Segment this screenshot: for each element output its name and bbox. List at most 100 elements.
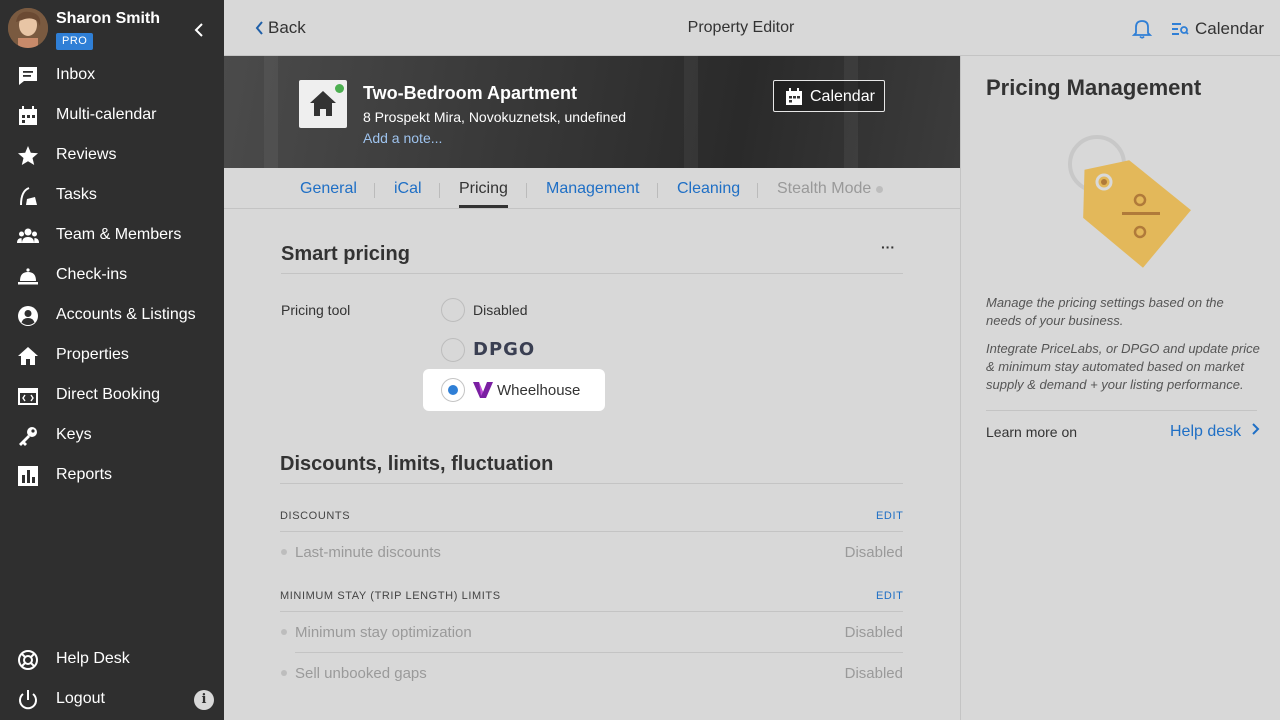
divider (986, 410, 1257, 411)
nav-label: Inbox (56, 66, 96, 83)
bell-icon (1131, 20, 1153, 39)
power-icon (19, 690, 37, 710)
avatar[interactable] (8, 8, 48, 48)
panel-description: Manage the pricing settings based on the… (986, 295, 1224, 328)
nav-label: Team & Members (56, 226, 182, 243)
divider (280, 611, 903, 612)
edit-min-stay-link[interactable]: EDIT (876, 590, 903, 602)
nav-item-check-ins[interactable]: Check-ins (0, 256, 224, 296)
help-desk-link[interactable]: Help desk (1170, 422, 1260, 441)
tab-management[interactable]: Management (546, 180, 639, 198)
property-editor: Two-Bedroom Apartment 8 Prospekt Mira, N… (224, 56, 960, 720)
page-title: Property Editor (687, 19, 795, 36)
nav-item-logout[interactable]: Logout i (0, 680, 224, 720)
divider (281, 273, 903, 274)
nav-item-multi-calendar[interactable]: Multi-calendar (0, 96, 224, 136)
notifications-button[interactable] (1131, 17, 1153, 39)
chevron-right-icon (1251, 423, 1260, 435)
tab-divider (526, 183, 527, 198)
pricing-tool-label: Pricing tool (281, 302, 351, 318)
calendar-search-icon (1172, 23, 1189, 35)
nav-item-inbox[interactable]: Inbox (0, 56, 224, 96)
home-icon (18, 347, 38, 365)
chart-icon (18, 466, 38, 486)
lifebuoy-icon (18, 650, 38, 670)
calendar-button-label: Calendar (810, 88, 875, 105)
user-name: Sharon Smith (56, 10, 161, 27)
nav-label: Reviews (56, 146, 117, 163)
setting-label: Minimum stay optimization (295, 624, 472, 641)
collapse-sidebar-button[interactable] (192, 20, 208, 40)
pricing-option-dpgo[interactable]: DPGO (441, 338, 561, 362)
help-desk-label: Help desk (1170, 423, 1242, 440)
online-status-dot (335, 84, 344, 93)
add-note-link[interactable]: Add a note... (363, 130, 442, 146)
panel-description: Integrate PriceLabs, or DPGO and update … (986, 341, 1260, 392)
tab-ical[interactable]: iCal (394, 180, 422, 198)
panel-title: Pricing Management (986, 75, 1202, 100)
property-calendar-button[interactable]: Calendar (773, 80, 885, 112)
tab-divider (657, 183, 658, 198)
nav-label: Properties (56, 346, 129, 363)
bell-desk-icon (18, 268, 38, 285)
dpgo-logo-text: DPGO (473, 339, 536, 360)
background-decoration (264, 56, 278, 168)
star-icon (18, 146, 38, 165)
tab-stealth-mode[interactable]: Stealth Mode (777, 180, 871, 198)
tab-divider (439, 183, 440, 198)
property-header: Two-Bedroom Apartment 8 Prospekt Mira, N… (224, 56, 960, 168)
nav-label: Accounts & Listings (56, 306, 196, 323)
nav-label: Tasks (56, 186, 97, 203)
tab-cleaning[interactable]: Cleaning (677, 180, 740, 198)
tab-general[interactable]: General (300, 180, 357, 198)
property-name: Two-Bedroom Apartment (363, 83, 577, 103)
setting-value: Disabled (844, 544, 903, 561)
edit-discounts-link[interactable]: EDIT (876, 510, 903, 522)
pricing-option-disabled[interactable]: Disabled (441, 298, 561, 322)
bullet (281, 549, 287, 555)
bullet (281, 670, 287, 676)
editor-tabs: General iCal Pricing Management Cleaning… (224, 168, 960, 209)
discounts-title: Discounts, limits, fluctuation (280, 453, 554, 475)
price-tag-icon (1068, 135, 1191, 268)
nav-item-help-desk[interactable]: Help Desk (0, 640, 224, 680)
nav-item-keys[interactable]: Keys (0, 416, 224, 456)
option-label: Disabled (473, 302, 528, 318)
nav-item-tasks[interactable]: Tasks (0, 176, 224, 216)
radio-button-selected[interactable] (441, 378, 465, 402)
code-window-icon (18, 388, 38, 405)
top-bar: Back Property Editor Calendar (224, 0, 1280, 56)
bullet (281, 629, 287, 635)
nav-item-properties[interactable]: Properties (0, 336, 224, 376)
nav-label: Help Desk (56, 650, 130, 667)
info-icon[interactable]: i (194, 690, 214, 710)
smart-pricing-title: Smart pricing (281, 243, 410, 265)
divider (280, 531, 903, 532)
background-decoration (844, 56, 858, 168)
pricing-option-wheelhouse[interactable]: Wheelhouse (441, 378, 601, 402)
nav-item-team-members[interactable]: Team & Members (0, 216, 224, 256)
nav-item-reviews[interactable]: Reviews (0, 136, 224, 176)
nav-item-direct-booking[interactable]: Direct Booking (0, 376, 224, 416)
setting-label: Sell unbooked gaps (295, 665, 427, 682)
nav-item-reports[interactable]: Reports (0, 456, 224, 496)
nav-label: Multi-calendar (56, 106, 157, 123)
dpgo-logo: DPGO (473, 339, 535, 360)
radio-button[interactable] (441, 298, 465, 322)
chevron-left-icon (194, 23, 203, 37)
info-panel: Pricing Management Manage the pricing se… (960, 56, 1280, 720)
option-label: Wheelhouse (497, 382, 581, 399)
key-icon (19, 427, 37, 446)
discounts-heading: DISCOUNTS (280, 510, 351, 522)
sidebar: Sharon Smith PRO Inbox Multi-calendar Re… (0, 0, 224, 720)
setting-value: Disabled (844, 624, 903, 641)
user-profile[interactable]: Sharon Smith PRO (8, 8, 216, 50)
more-options-button[interactable]: ··· (875, 240, 901, 260)
tab-pricing[interactable]: Pricing (459, 180, 508, 208)
divider (280, 483, 903, 484)
nav-item-accounts-listings[interactable]: Accounts & Listings (0, 296, 224, 336)
nav-label: Keys (56, 426, 92, 443)
radio-button[interactable] (441, 338, 465, 362)
tab-divider (757, 183, 758, 198)
calendar-icon (786, 88, 802, 105)
